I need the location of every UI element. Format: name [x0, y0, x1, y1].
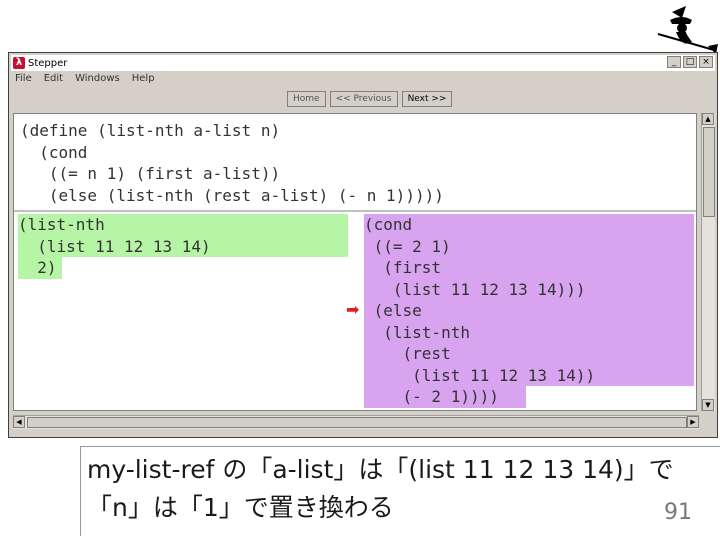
scroll-right-icon[interactable]: ▶ [687, 416, 699, 428]
menu-file[interactable]: File [15, 73, 32, 84]
definition-line: ((= n 1) (first a-list)) [20, 164, 281, 183]
before-line: (list-nth [18, 214, 348, 236]
definition-line: (else (list-nth (rest a-list) (- n 1))))… [20, 185, 444, 205]
definition-line: (define (list-nth a-list n) [20, 121, 281, 140]
stepper-window: λ Stepper _ □ × File Edit Windows Help H… [8, 52, 718, 438]
toolbar: Home << Previous Next >> [287, 91, 453, 107]
home-button[interactable]: Home [287, 91, 326, 107]
window-title: Stepper [28, 57, 68, 69]
page-number: 91 [664, 500, 692, 525]
after-line: (- 2 1)))) [364, 386, 526, 408]
after-line: (list-nth [364, 321, 694, 343]
menu-help[interactable]: Help [132, 73, 155, 84]
scroll-up-icon[interactable]: ▲ [702, 113, 714, 125]
divider [14, 210, 696, 212]
minimize-button[interactable]: _ [667, 56, 681, 68]
caption-line-2: 「n」は「1」で置き換わる [87, 493, 394, 522]
horizontal-scroll-thumb[interactable] [27, 417, 687, 428]
after-line: (list 11 12 13 14))) [364, 278, 694, 300]
step-arrow-icon: ➡ [346, 300, 360, 319]
after-line: (first [364, 257, 694, 279]
horizontal-scrollbar[interactable]: ◀ ▶ [13, 415, 699, 429]
previous-button[interactable]: << Previous [329, 91, 398, 107]
vertical-scrollbar[interactable]: ▲ ▼ [701, 113, 715, 411]
after-line: (else [364, 300, 694, 322]
after-line: (rest [364, 343, 694, 365]
witch-logo [657, 6, 718, 54]
caption-line-1: my-list-ref の「a-list」は「(list 11 12 13 14… [87, 455, 674, 484]
menu-edit[interactable]: Edit [44, 73, 63, 84]
close-button[interactable]: × [699, 56, 713, 68]
menu-windows[interactable]: Windows [75, 73, 120, 84]
scroll-left-icon[interactable]: ◀ [13, 416, 25, 428]
definition-line: (cond [20, 142, 88, 162]
next-button[interactable]: Next >> [401, 91, 453, 107]
after-line: (list 11 12 13 14)) [364, 364, 694, 386]
before-line: 2) [18, 257, 62, 279]
lambda-icon: λ [13, 57, 25, 69]
slide-caption: my-list-ref の「a-list」は「(list 11 12 13 14… [80, 446, 720, 536]
stepper-content: (define (list-nth a-list n) (cond ((= n … [13, 113, 697, 411]
title-bar: λ Stepper _ □ × [11, 55, 715, 71]
scroll-down-icon[interactable]: ▼ [702, 399, 714, 411]
before-expression: (list-nth (list 11 12 13 14) 2) [18, 214, 348, 279]
vertical-scroll-thumb[interactable] [703, 127, 715, 217]
after-line: ((= 2 1) [364, 235, 694, 257]
definition-code: (define (list-nth a-list n) (cond ((= n … [20, 120, 444, 206]
maximize-button[interactable]: □ [683, 56, 697, 68]
before-line: (list 11 12 13 14) [18, 235, 348, 257]
menu-bar: File Edit Windows Help [15, 73, 155, 84]
after-expression: (cond ((= 2 1) (first (list 11 12 13 14)… [364, 214, 694, 408]
after-line: (cond [364, 214, 694, 236]
